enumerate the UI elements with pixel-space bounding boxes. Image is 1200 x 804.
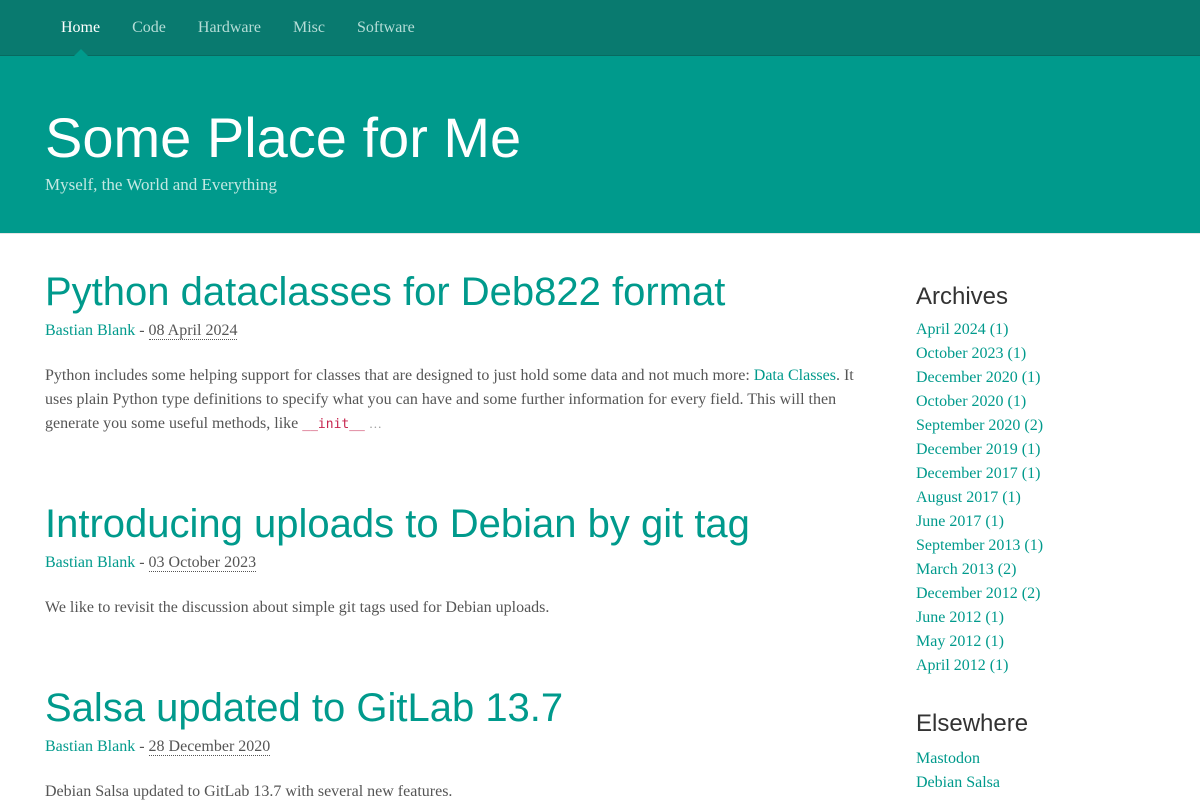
post-excerpt: Debian Salsa updated to GitLab 13.7 with… bbox=[45, 783, 453, 800]
post-meta: Bastian Blank - 28 December 2020 bbox=[45, 736, 865, 758]
nav-item-hardware[interactable]: Hardware bbox=[182, 0, 277, 56]
post-date: 28 December 2020 bbox=[148, 738, 271, 756]
meta-separator: - bbox=[135, 322, 149, 339]
post-author-link[interactable]: Bastian Blank bbox=[45, 554, 135, 571]
read-more-ellipsis[interactable]: … bbox=[369, 416, 382, 431]
meta-separator: - bbox=[135, 554, 149, 571]
site-header: Some Place for Me Myself, the World and … bbox=[0, 56, 1200, 234]
data-classes-link[interactable]: Data Classes bbox=[754, 367, 836, 384]
post-date: 08 April 2024 bbox=[148, 322, 238, 340]
archive-link[interactable]: October 2023 (1) bbox=[916, 342, 1043, 366]
post-author-link[interactable]: Bastian Blank bbox=[45, 738, 135, 755]
archive-link[interactable]: June 2012 (1) bbox=[916, 606, 1043, 630]
meta-separator: - bbox=[135, 738, 149, 755]
post-entry: Introducing uploads to Debian by git tag… bbox=[45, 500, 865, 620]
excerpt-code: __init__ bbox=[302, 417, 365, 432]
archive-link[interactable]: August 2017 (1) bbox=[916, 486, 1043, 510]
archive-link[interactable]: October 2020 (1) bbox=[916, 390, 1043, 414]
archive-link[interactable]: December 2020 (1) bbox=[916, 366, 1043, 390]
excerpt-text: Python includes some helping support for… bbox=[45, 367, 754, 384]
post-excerpt: Python includes some helping support for… bbox=[45, 364, 865, 437]
archive-link[interactable]: April 2012 (1) bbox=[916, 654, 1043, 678]
post-title-link[interactable]: Python dataclasses for Deb822 format bbox=[45, 268, 865, 316]
archives-list: April 2024 (1) October 2023 (1) December… bbox=[916, 318, 1043, 678]
archive-link[interactable]: May 2012 (1) bbox=[916, 630, 1043, 654]
nav-item-code[interactable]: Code bbox=[116, 0, 182, 56]
nav-item-misc[interactable]: Misc bbox=[277, 0, 341, 56]
archives-heading: Archives bbox=[916, 283, 1009, 310]
mastodon-link[interactable]: Mastodon bbox=[916, 747, 1000, 771]
archive-link[interactable]: December 2012 (2) bbox=[916, 582, 1043, 606]
post-entry: Python dataclasses for Deb822 format Bas… bbox=[45, 268, 865, 437]
site-tagline: Myself, the World and Everything bbox=[45, 175, 278, 194]
nav-item-software[interactable]: Software bbox=[341, 0, 431, 56]
elsewhere-list: Mastodon Debian Salsa bbox=[916, 747, 1000, 795]
post-title-link[interactable]: Introducing uploads to Debian by git tag bbox=[45, 500, 865, 548]
archive-link[interactable]: March 2013 (2) bbox=[916, 558, 1043, 582]
post-author-link[interactable]: Bastian Blank bbox=[45, 322, 135, 339]
post-title-link[interactable]: Salsa updated to GitLab 13.7 bbox=[45, 684, 865, 732]
site-title[interactable]: Some Place for Me bbox=[45, 106, 521, 170]
nav-list: Home Code Hardware Misc Software bbox=[45, 0, 431, 57]
elsewhere-heading: Elsewhere bbox=[916, 710, 1029, 737]
top-navbar: Home Code Hardware Misc Software bbox=[0, 0, 1200, 57]
post-entry: Salsa updated to GitLab 13.7 Bastian Bla… bbox=[45, 684, 865, 804]
archive-link[interactable]: April 2024 (1) bbox=[916, 318, 1043, 342]
post-meta: Bastian Blank - 08 April 2024 bbox=[45, 320, 865, 342]
post-excerpt: We like to revisit the discussion about … bbox=[45, 599, 550, 616]
post-date: 03 October 2023 bbox=[148, 554, 257, 572]
debian-salsa-link[interactable]: Debian Salsa bbox=[916, 771, 1000, 795]
post-meta: Bastian Blank - 03 October 2023 bbox=[45, 552, 865, 574]
nav-item-home[interactable]: Home bbox=[45, 0, 116, 57]
archive-link[interactable]: December 2017 (1) bbox=[916, 462, 1043, 486]
archive-link[interactable]: September 2013 (1) bbox=[916, 534, 1043, 558]
sidebar: Archives April 2024 (1) October 2023 (1)… bbox=[916, 234, 1176, 800]
archive-link[interactable]: June 2017 (1) bbox=[916, 510, 1043, 534]
post-list: Python dataclasses for Deb822 format Bas… bbox=[45, 234, 865, 800]
archive-link[interactable]: September 2020 (2) bbox=[916, 414, 1043, 438]
archive-link[interactable]: December 2019 (1) bbox=[916, 438, 1043, 462]
